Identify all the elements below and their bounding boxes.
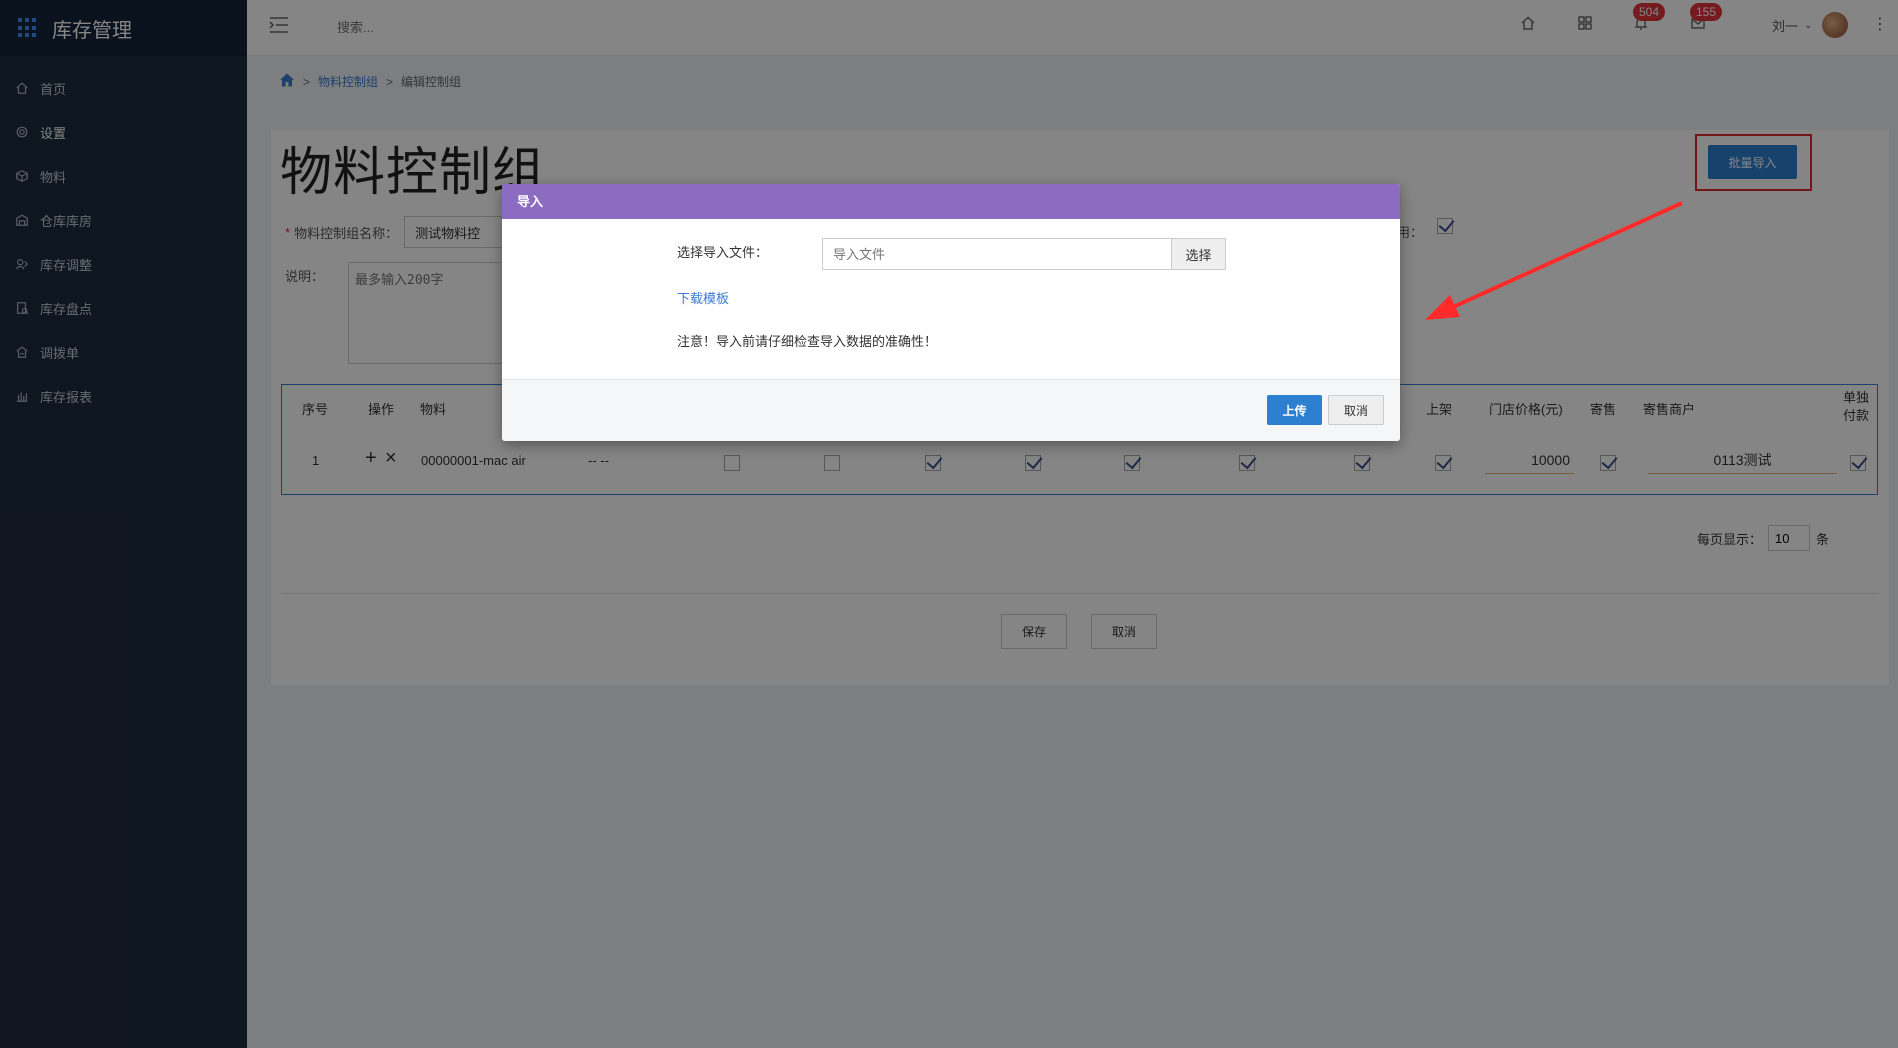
dialog-cancel-button[interactable]: 取消 [1328, 395, 1384, 425]
choose-file-button[interactable]: 选择 [1171, 238, 1226, 270]
import-file-input[interactable] [822, 238, 1172, 270]
dialog-title: 导入 [502, 184, 1400, 219]
file-label: 选择导入文件： [677, 245, 769, 260]
import-notice: 注意！导入前请仔细检查导入数据的准确性！ [677, 334, 938, 349]
annotation-arrow-icon [1425, 201, 1683, 320]
upload-button[interactable]: 上传 [1267, 395, 1322, 425]
download-template-link[interactable]: 下载模板 [677, 288, 729, 307]
dialog-footer: 上传 取消 [502, 379, 1400, 441]
import-dialog: 导入 选择导入文件： 选择 下载模板 注意！导入前请仔细检查导入数据的准确性！ … [502, 184, 1400, 441]
dialog-body: 选择导入文件： 选择 下载模板 注意！导入前请仔细检查导入数据的准确性！ [502, 219, 1400, 379]
modal-backdrop[interactable] [0, 0, 1898, 1048]
